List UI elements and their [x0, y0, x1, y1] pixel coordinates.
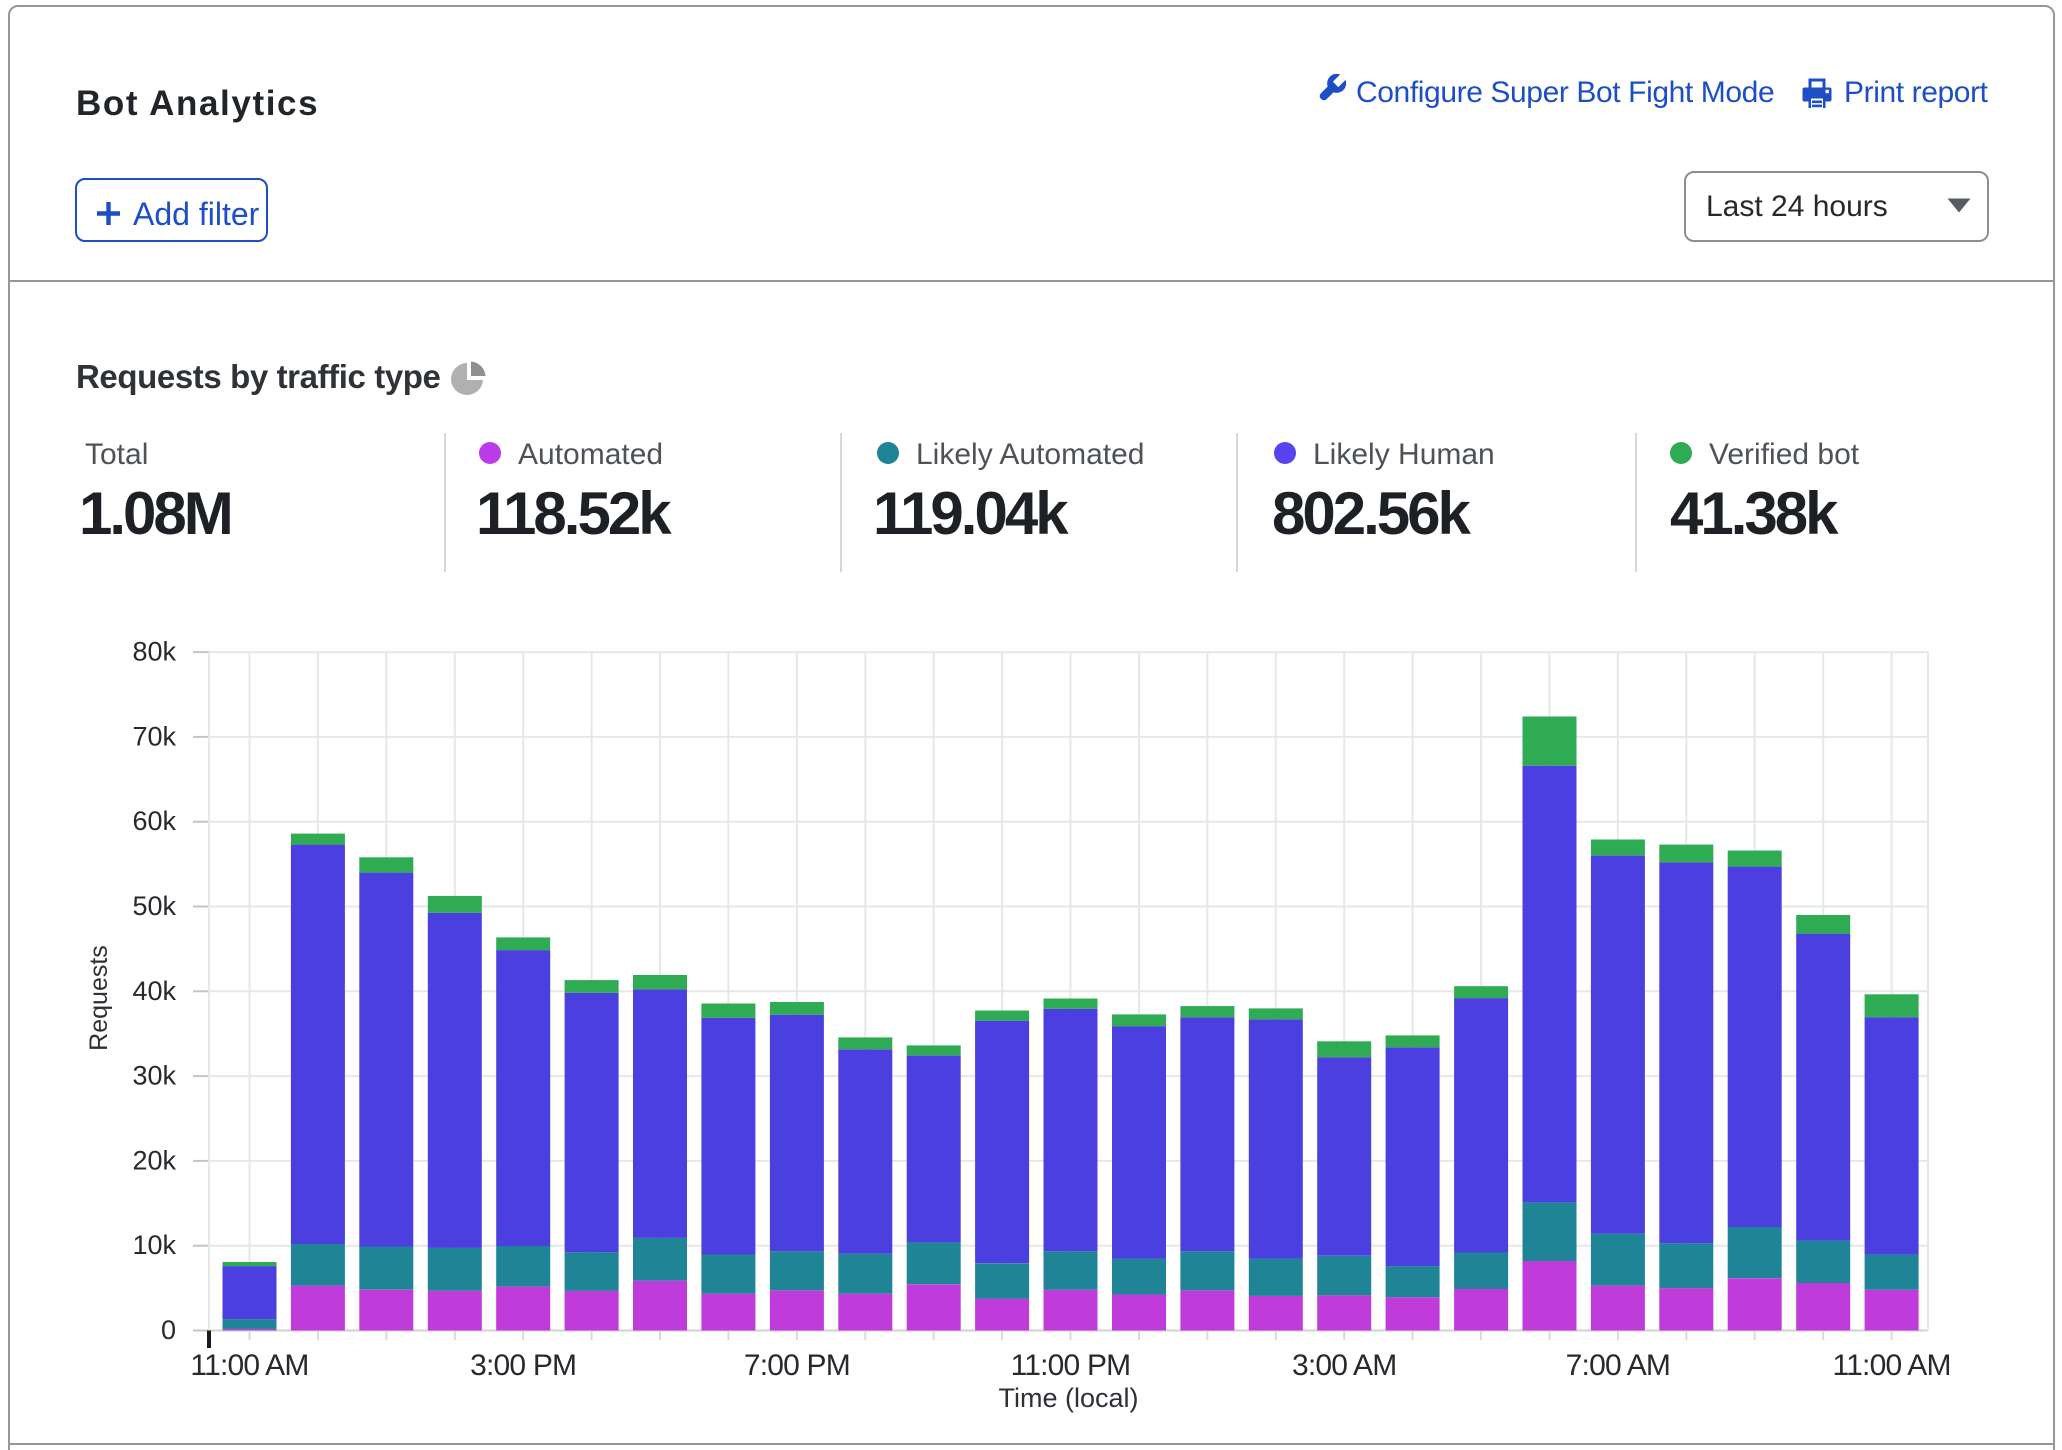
svg-text:10k: 10k [132, 1230, 176, 1260]
svg-text:11:00 AM: 11:00 AM [190, 1349, 308, 1382]
svg-text:7:00 AM: 7:00 AM [1566, 1349, 1670, 1382]
svg-text:50k: 50k [132, 891, 176, 921]
svg-text:11:00 PM: 11:00 PM [1011, 1349, 1131, 1382]
svg-text:Requests: Requests [85, 945, 113, 1051]
svg-text:7:00 PM: 7:00 PM [744, 1349, 850, 1382]
svg-text:60k: 60k [132, 806, 176, 836]
svg-text:3:00 PM: 3:00 PM [470, 1349, 576, 1382]
svg-text:70k: 70k [132, 721, 176, 751]
svg-text:Time (local): Time (local) [998, 1383, 1138, 1413]
svg-text:80k: 80k [132, 637, 176, 667]
svg-text:3:00 AM: 3:00 AM [1292, 1349, 1396, 1382]
svg-text:20k: 20k [132, 1145, 176, 1175]
svg-text:11:00 AM: 11:00 AM [1833, 1349, 1951, 1382]
svg-text:30k: 30k [132, 1061, 176, 1091]
svg-text:40k: 40k [132, 976, 176, 1006]
svg-text:0: 0 [161, 1315, 176, 1345]
